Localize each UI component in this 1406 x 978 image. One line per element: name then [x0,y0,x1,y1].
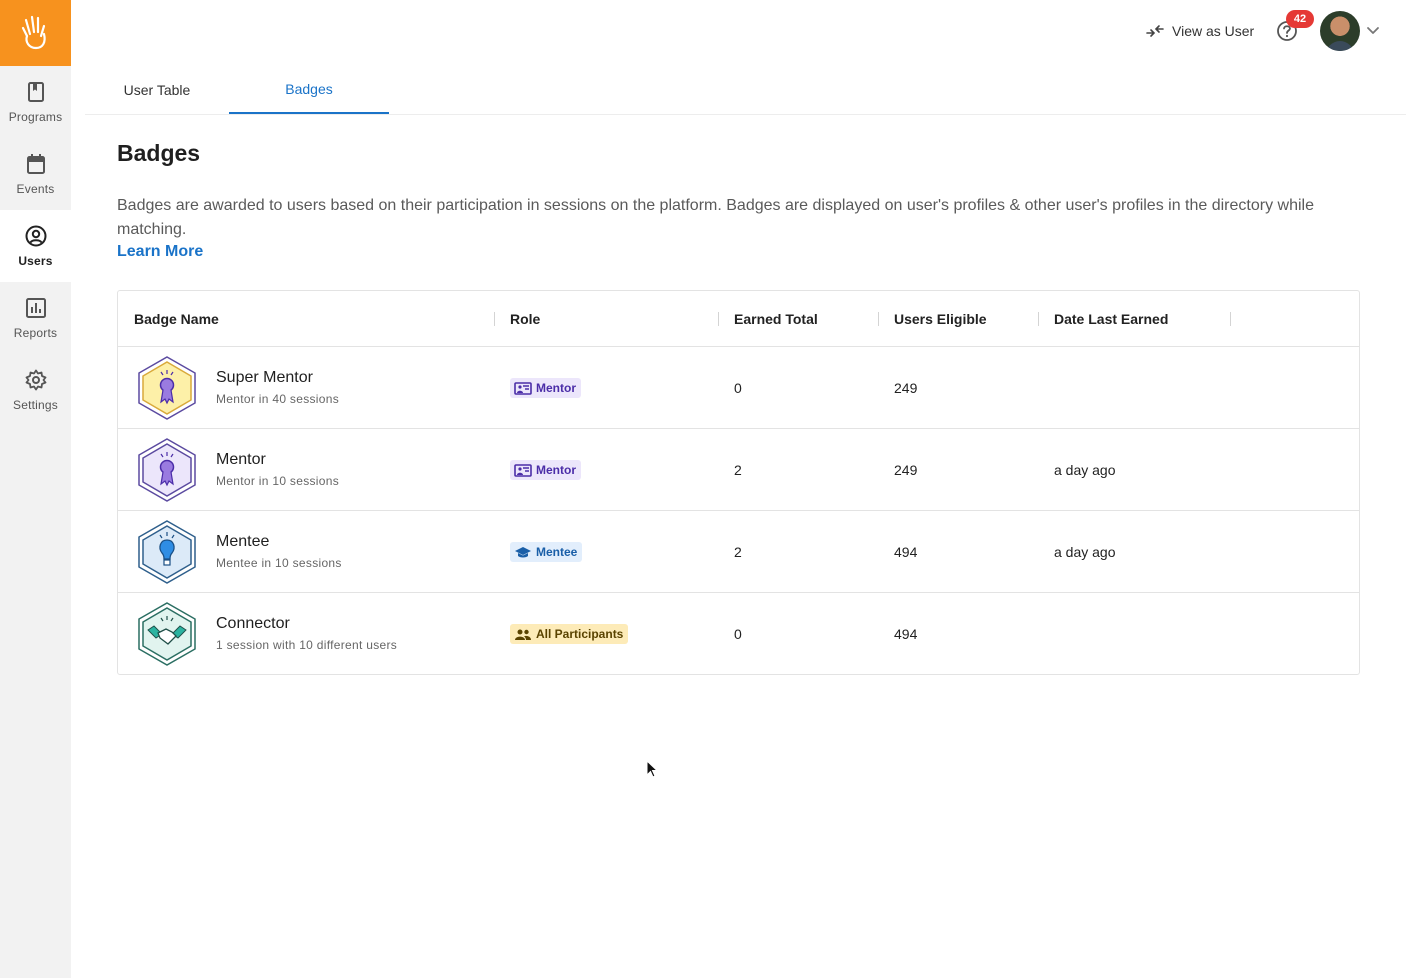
table-header: Badge Name Role Earned Total Users Eligi… [118,291,1359,347]
users-eligible-cell: 494 [894,544,918,560]
chevron-down-icon[interactable] [1365,22,1381,38]
sidebar-item-label: Reports [13,325,58,340]
notification-count-badge: 42 [1286,10,1314,28]
badge-name: Connector [216,615,290,632]
column-header-earned-total[interactable]: Earned Total [734,291,818,347]
role-label: Mentor [536,381,576,395]
user-circle-icon [25,225,47,247]
earned-total-cell: 2 [734,544,742,560]
sidebar-item-programs[interactable]: Programs [0,66,71,138]
badge-criteria: 1 session with 10 different users [216,638,398,652]
presentation-icon [514,381,532,395]
column-header-badge-name[interactable]: Badge Name [134,291,219,347]
page-title: Badges [117,140,201,166]
sidebar: Programs Events Users Reports Settings [0,0,71,978]
view-as-user-button[interactable]: View as User [1146,20,1254,42]
role-chip: All Participants [510,624,629,644]
earned-total-cell: 0 [734,380,742,396]
mentee-badge-icon [138,520,196,584]
tab-user-table[interactable]: User Table [85,66,229,114]
mentor-badge-icon [138,438,196,502]
swap-arrows-icon [1146,25,1164,37]
sidebar-item-reports[interactable]: Reports [0,282,71,354]
presentation-icon [514,463,532,477]
date-last-earned-cell: a day ago [1054,544,1116,560]
users-eligible-cell: 494 [894,626,918,642]
badge-criteria: Mentor in 40 sessions [216,392,340,406]
badges-table: Badge Name Role Earned Total Users Eligi… [117,290,1360,675]
top-bar: View as User 42 [71,0,1406,62]
role-chip: Mentee [510,542,583,562]
app-logo[interactable] [0,0,71,66]
users-eligible-cell: 249 [894,380,918,396]
table-row[interactable]: Mentor Mentor in 10 sessions Mentor 2 24… [118,429,1359,511]
tab-badges[interactable]: Badges [229,66,389,114]
role-label: Mentee [536,545,578,559]
column-divider[interactable] [878,312,879,326]
connector-badge-icon [138,602,196,666]
avatar[interactable] [1320,11,1360,51]
badge-name: Mentor [216,451,266,468]
bar-chart-icon [25,297,47,319]
column-header-users-eligible[interactable]: Users Eligible [894,291,987,347]
badge-name: Mentee [216,533,270,550]
sidebar-item-label: Users [18,253,53,268]
people-icon [515,629,531,640]
date-last-earned-cell: a day ago [1054,462,1116,478]
column-divider[interactable] [1038,312,1039,326]
badge-name: Super Mentor [216,369,313,386]
sidebar-item-label: Events [16,181,55,196]
sidebar-item-events[interactable]: Events [0,138,71,210]
role-chip: Mentor [510,460,581,480]
graduation-cap-icon [515,546,531,557]
gear-icon [25,369,47,391]
column-divider[interactable] [1230,312,1231,326]
learn-more-link[interactable]: Learn More [117,243,203,261]
page-description: Badges are awarded to users based on the… [117,197,1314,238]
column-divider[interactable] [494,312,495,326]
column-header-date-last-earned[interactable]: Date Last Earned [1054,291,1168,347]
table-row[interactable]: Connector 1 session with 10 different us… [118,593,1359,675]
earned-total-cell: 2 [734,462,742,478]
role-chip: Mentor [510,378,581,398]
role-label: All Participants [536,627,624,641]
view-as-user-label: View as User [1172,23,1255,39]
super-mentor-badge-icon [138,356,196,420]
sidebar-item-label: Programs [8,109,63,124]
sidebar-item-label: Settings [13,397,58,412]
sidebar-item-settings[interactable]: Settings [0,354,71,426]
table-row[interactable]: Mentee Mentee in 10 sessions Mentee 2 49… [118,511,1359,593]
users-eligible-cell: 249 [894,462,918,478]
badge-criteria: Mentor in 10 sessions [216,474,340,488]
earned-total-cell: 0 [734,626,742,642]
hand-wave-icon [21,15,46,50]
role-label: Mentor [536,463,576,477]
table-row[interactable]: Super Mentor Mentor in 40 sessions Mento… [118,347,1359,429]
book-icon [25,81,47,103]
badge-criteria: Mentee in 10 sessions [216,556,342,570]
calendar-icon [25,153,47,175]
tab-bar: User Table Badges [85,66,1406,115]
column-header-role[interactable]: Role [510,291,540,347]
mouse-cursor-icon [646,760,659,778]
sidebar-item-users[interactable]: Users [0,210,71,282]
column-divider[interactable] [718,312,719,326]
